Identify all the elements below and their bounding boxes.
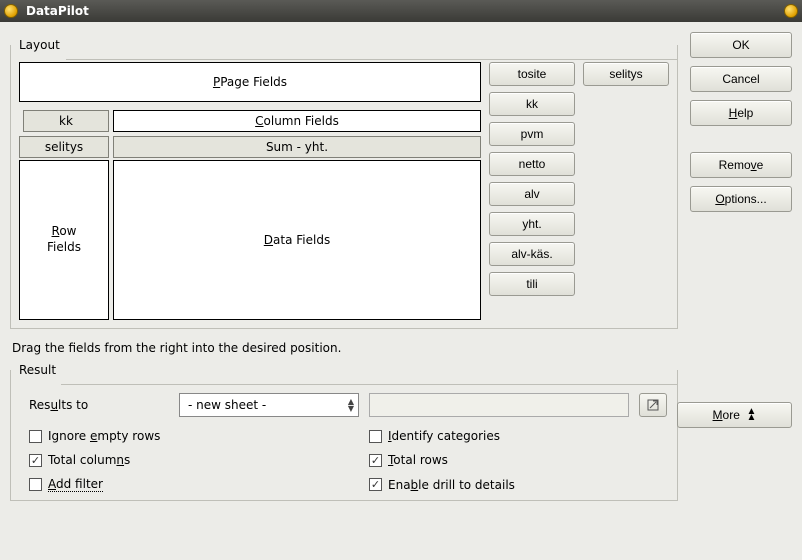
check-total-columns[interactable]: Total columns xyxy=(29,453,329,467)
shrink-icon xyxy=(646,398,660,412)
checkbox-icon xyxy=(29,454,42,467)
check-enable-drill[interactable]: Enable drill to details xyxy=(369,477,669,492)
collapse-up-icon: ▲▲ xyxy=(747,409,757,421)
results-to-combo[interactable]: - new sheet - ▲▼ xyxy=(179,393,359,417)
field-kk[interactable]: kk xyxy=(489,92,575,116)
row-field-chip[interactable]: selitys xyxy=(19,136,109,158)
page-fields-drop[interactable]: PPage Fields xyxy=(19,62,481,102)
field-pvm[interactable]: pvm xyxy=(489,122,575,146)
combo-spinner-icon: ▲▼ xyxy=(348,398,354,412)
help-button[interactable]: Help xyxy=(690,100,792,126)
layout-legend: Layout xyxy=(19,38,64,52)
field-netto[interactable]: netto xyxy=(489,152,575,176)
check-total-rows[interactable]: Total rows xyxy=(369,453,669,467)
data-field-chip[interactable]: Sum - yht. xyxy=(113,136,481,158)
ok-button[interactable]: OK xyxy=(690,32,792,58)
instruction-text: Drag the fields from the right into the … xyxy=(12,341,676,355)
check-ignore-empty[interactable]: Ignore empty rows xyxy=(29,429,329,443)
field-tili[interactable]: tili xyxy=(489,272,575,296)
field-yht[interactable]: yht. xyxy=(489,212,575,236)
result-legend: Result xyxy=(19,363,60,377)
result-group: Result Results to - new sheet - ▲▼ Ignor… xyxy=(10,363,678,501)
field-alv[interactable]: alv xyxy=(489,182,575,206)
window-menu-icon[interactable] xyxy=(4,4,18,18)
more-button[interactable]: More ▲▲ xyxy=(677,402,792,428)
checkbox-icon xyxy=(369,478,382,491)
checkbox-icon xyxy=(369,430,382,443)
remove-button[interactable]: Remove xyxy=(690,152,792,178)
checkbox-icon xyxy=(29,430,42,443)
column-field-chip[interactable]: kk xyxy=(23,110,109,132)
checkbox-icon xyxy=(369,454,382,467)
row-fields-drop[interactable]: Row Fields xyxy=(19,160,109,320)
data-fields-drop[interactable]: Data Fields xyxy=(113,160,481,320)
field-alvkas[interactable]: alv-käs. xyxy=(489,242,575,266)
cancel-button[interactable]: Cancel xyxy=(690,66,792,92)
field-selitys[interactable]: selitys xyxy=(583,62,669,86)
results-to-label: Results to xyxy=(29,398,169,412)
shrink-ref-button[interactable] xyxy=(639,393,667,417)
check-identify-categories[interactable]: Identify categories xyxy=(369,429,669,443)
check-add-filter[interactable]: Add filter xyxy=(29,477,329,492)
results-to-ref-input[interactable] xyxy=(369,393,629,417)
column-fields-drop[interactable]: Column Fields xyxy=(113,110,481,132)
layout-group: Layout PPage Fields kk Column Fields xyxy=(10,38,678,329)
title-bar: DataPilot xyxy=(0,0,802,22)
options-button[interactable]: Options... xyxy=(690,186,792,212)
checkbox-icon xyxy=(29,478,42,491)
field-tosite[interactable]: tosite xyxy=(489,62,575,86)
available-fields: tosite kk pvm netto alv yht. alv-käs. ti… xyxy=(489,62,669,320)
close-icon[interactable] xyxy=(784,4,798,18)
window-title: DataPilot xyxy=(26,4,784,18)
